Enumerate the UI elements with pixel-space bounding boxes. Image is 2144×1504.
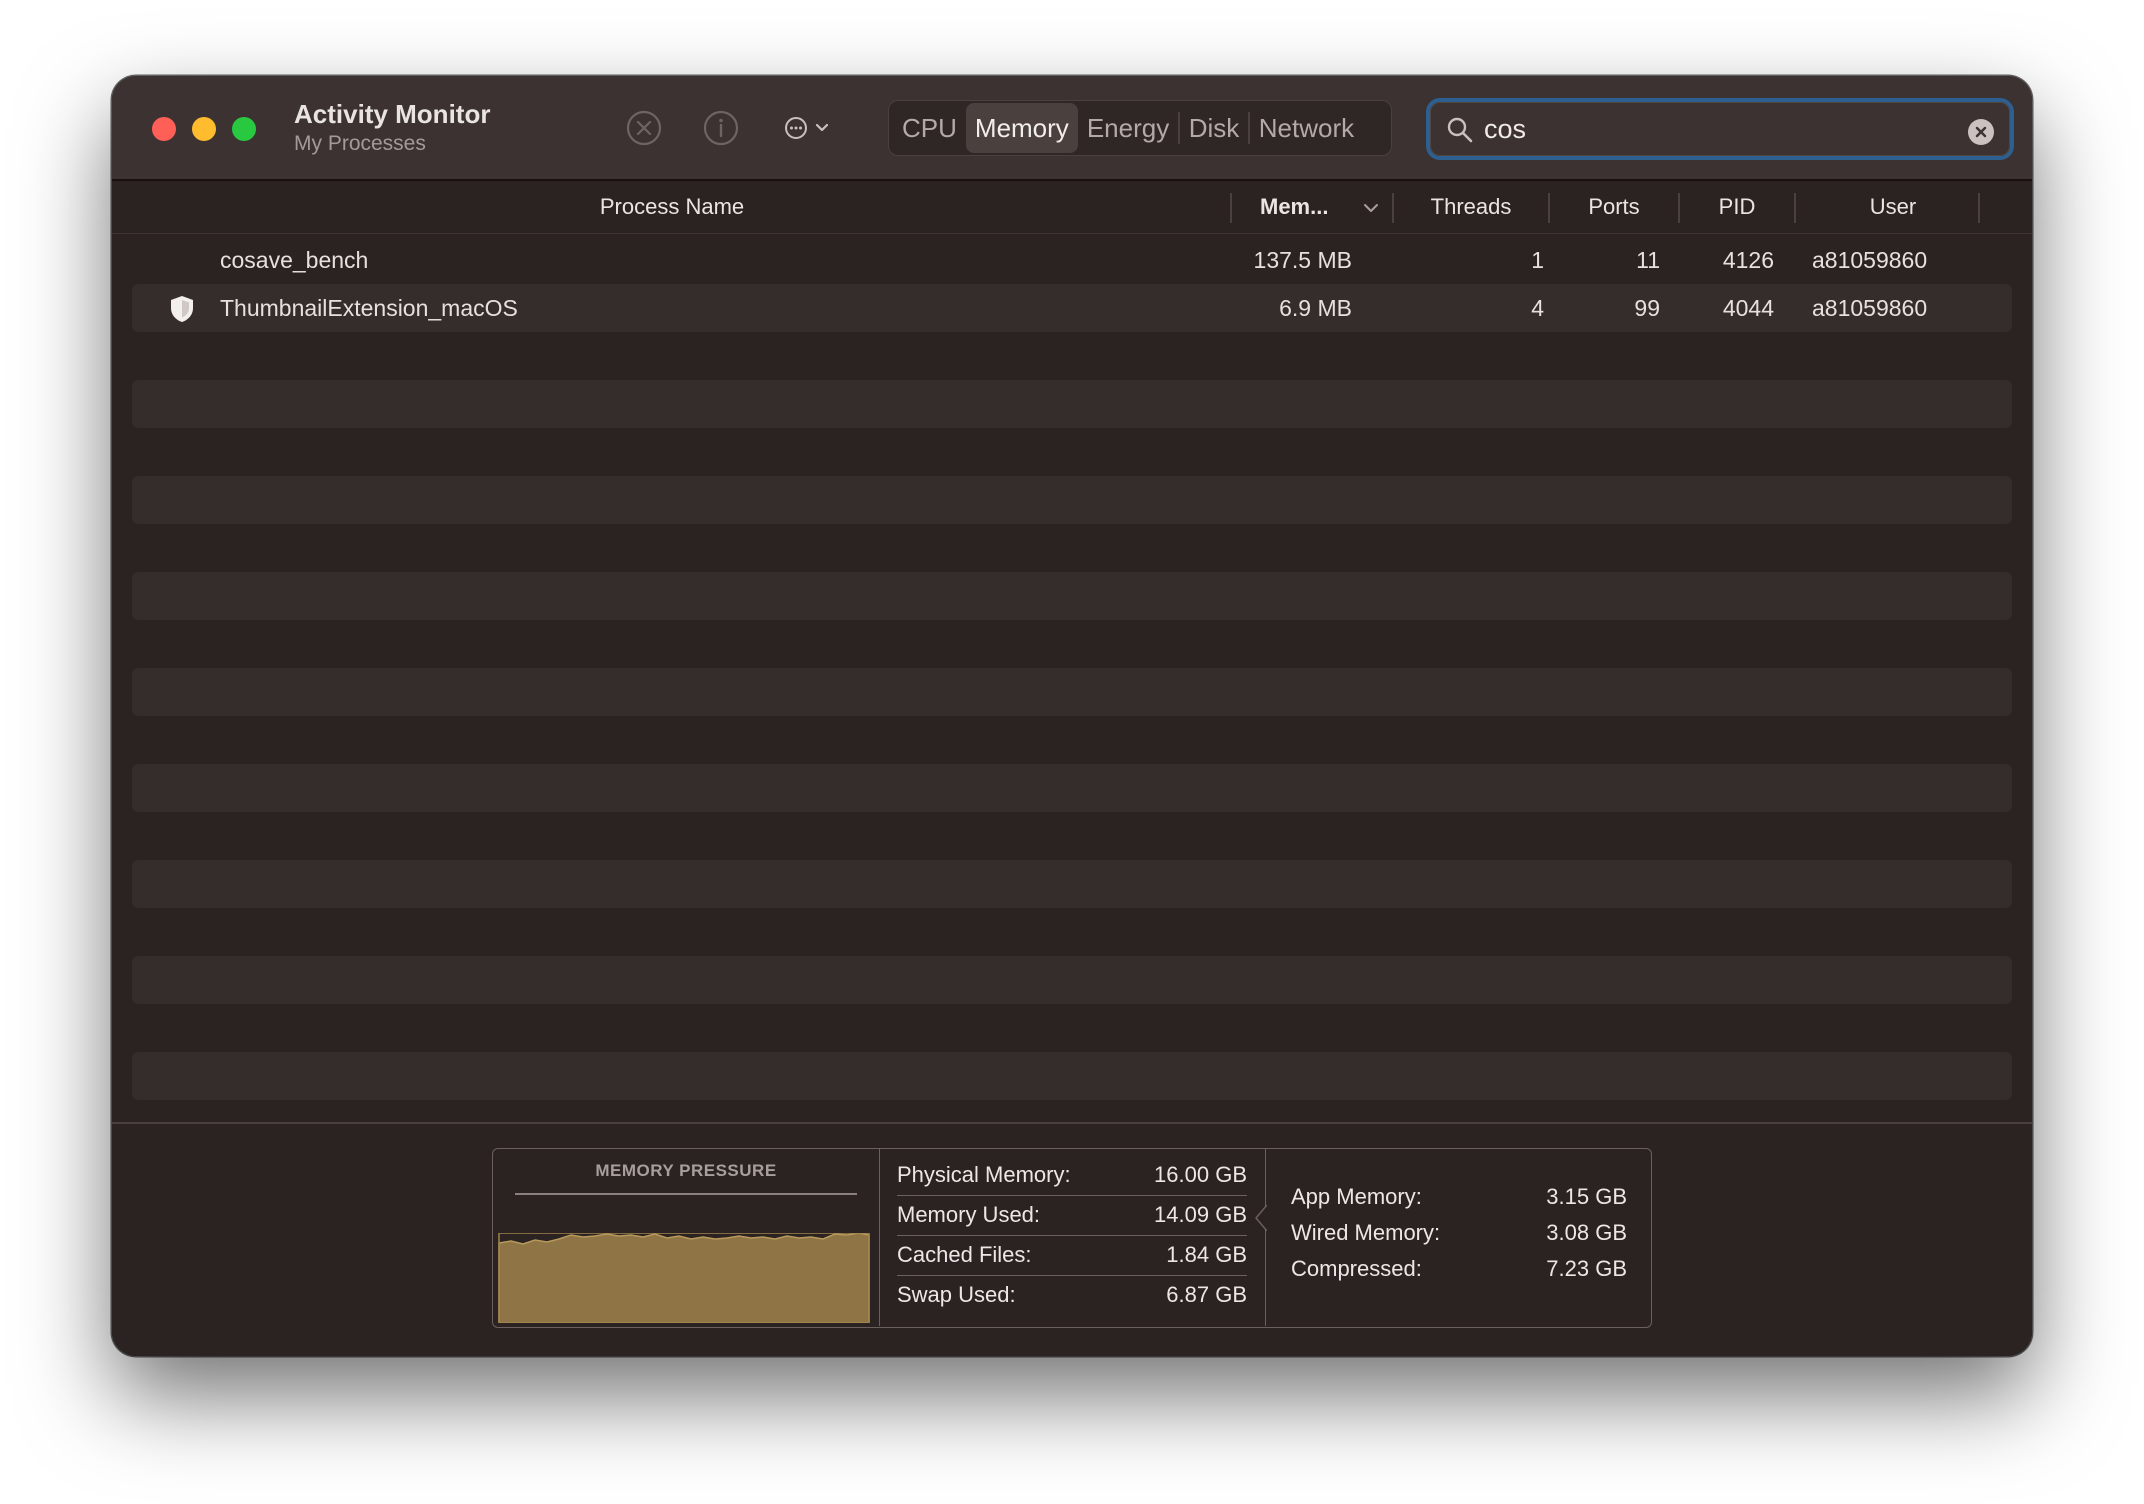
activity-monitor-window: Activity Monitor My Processes CPU Memory… [112, 76, 2032, 1356]
tab-memory[interactable]: Memory [965, 103, 1078, 153]
table-row[interactable]: cosave_bench 137.5 MB 1 11 4126 a8105986… [132, 236, 2012, 284]
title-bar: Activity Monitor My Processes CPU Memory… [112, 76, 2032, 181]
process-name: cosave_bench [220, 247, 369, 273]
empty-row [132, 860, 2012, 908]
ports-value: 11 [1636, 247, 1660, 273]
empty-row [132, 956, 2012, 1004]
app-memory-row: App Memory: 3.15 GB [1291, 1179, 1627, 1215]
empty-row [132, 380, 2012, 428]
memory-value: 6.9 MB [1279, 295, 1352, 321]
app-memory-label: App Memory: [1291, 1184, 1422, 1209]
tab-disk[interactable]: Disk [1180, 103, 1249, 153]
threads-value: 4 [1531, 295, 1544, 321]
compressed-row: Compressed: 7.23 GB [1291, 1251, 1627, 1287]
inspect-process-button[interactable] [701, 108, 741, 148]
app-memory-value: 3.15 GB [1546, 1184, 1627, 1209]
empty-row [132, 764, 2012, 812]
divider [515, 1193, 857, 1195]
sort-descending-icon[interactable] [1362, 199, 1380, 217]
process-name: ThumbnailExtension_macOS [220, 295, 518, 321]
user-value: a81059860 [1812, 295, 1928, 321]
wired-memory-label: Wired Memory: [1291, 1220, 1441, 1245]
close-window-button[interactable] [152, 117, 176, 141]
search-field[interactable] [1426, 98, 2014, 160]
column-user[interactable]: User [1796, 181, 1990, 233]
memory-summary-footer: MEMORY PRESSURE Physical Memory: 16.00 G… [112, 1122, 2032, 1356]
memory-used-value: 14.09 GB [1154, 1202, 1247, 1227]
user-value: a81059860 [1812, 247, 1928, 273]
x-circle-icon [626, 110, 662, 146]
column-ports[interactable]: Ports [1550, 181, 1678, 233]
memory-breakdown-box: App Memory: 3.15 GB Wired Memory: 3.08 G… [1267, 1149, 1651, 1326]
zoom-window-button[interactable] [232, 117, 256, 141]
column-divider[interactable] [1978, 193, 1980, 223]
minimize-window-button[interactable] [192, 117, 216, 141]
search-icon [1447, 117, 1473, 143]
cached-files-value: 1.84 GB [1166, 1242, 1247, 1267]
memory-stats-panel: MEMORY PRESSURE Physical Memory: 16.00 G… [492, 1148, 1652, 1328]
compressed-label: Compressed: [1291, 1256, 1422, 1281]
swap-used-label: Swap Used: [897, 1282, 1016, 1307]
column-divider[interactable] [1230, 193, 1232, 223]
threads-value: 1 [1531, 247, 1544, 273]
memory-used-label: Memory Used: [897, 1202, 1041, 1227]
column-memory[interactable]: Mem... [1260, 181, 1328, 233]
column-threads[interactable]: Threads [1394, 181, 1548, 233]
empty-row [132, 1052, 2012, 1100]
search-input[interactable] [1484, 110, 1944, 148]
tab-network[interactable]: Network [1250, 103, 1363, 153]
table-header: Process Name Mem... Threads Ports PID Us… [112, 181, 2032, 234]
tab-energy[interactable]: Energy [1078, 103, 1178, 153]
physical-memory-row: Physical Memory: 16.00 GB [897, 1155, 1247, 1196]
memory-usage-box: Physical Memory: 16.00 GB Memory Used: 1… [881, 1149, 1267, 1326]
compressed-value: 7.23 GB [1546, 1256, 1627, 1281]
swap-used-value: 6.87 GB [1166, 1282, 1247, 1307]
physical-memory-value: 16.00 GB [1154, 1162, 1247, 1187]
empty-row [132, 668, 2012, 716]
info-icon [703, 110, 739, 146]
column-process-name[interactable]: Process Name [112, 181, 1232, 233]
physical-memory-label: Physical Memory: [897, 1162, 1071, 1187]
window-subtitle: My Processes [294, 132, 426, 155]
more-actions-button[interactable] [784, 108, 854, 148]
tab-cpu[interactable]: CPU [893, 103, 966, 153]
wired-memory-value: 3.08 GB [1546, 1220, 1627, 1245]
cached-files-label: Cached Files: [897, 1242, 1032, 1267]
empty-row [132, 476, 2012, 524]
pointer-icon [1255, 1205, 1267, 1231]
stop-process-button[interactable] [624, 108, 664, 148]
memory-pressure-title: MEMORY PRESSURE [595, 1161, 777, 1180]
ports-value: 99 [1634, 295, 1660, 321]
ellipsis-circle-icon [785, 117, 829, 139]
cached-files-row: Cached Files: 1.84 GB [897, 1235, 1247, 1276]
pid-value: 4044 [1722, 295, 1774, 321]
memory-pressure-box: MEMORY PRESSURE [493, 1149, 880, 1326]
pid-value: 4126 [1722, 247, 1774, 273]
window-title: Activity Monitor [294, 99, 491, 129]
table-row[interactable]: ThumbnailExtension_macOS 6.9 MB 4 99 404… [132, 284, 2012, 332]
clear-search-button[interactable] [1968, 119, 1994, 145]
memory-used-row: Memory Used: 14.09 GB [897, 1195, 1247, 1236]
empty-row [132, 572, 2012, 620]
column-pid[interactable]: PID [1680, 181, 1794, 233]
wired-memory-row: Wired Memory: 3.08 GB [1291, 1215, 1627, 1251]
shield-icon [171, 296, 193, 322]
memory-pressure-graph [498, 1233, 870, 1323]
memory-value: 137.5 MB [1253, 247, 1352, 273]
clear-icon [1975, 126, 1987, 138]
swap-used-row: Swap Used: 6.87 GB [897, 1275, 1247, 1315]
view-tabs: CPU Memory Energy Disk Network [888, 100, 1392, 156]
